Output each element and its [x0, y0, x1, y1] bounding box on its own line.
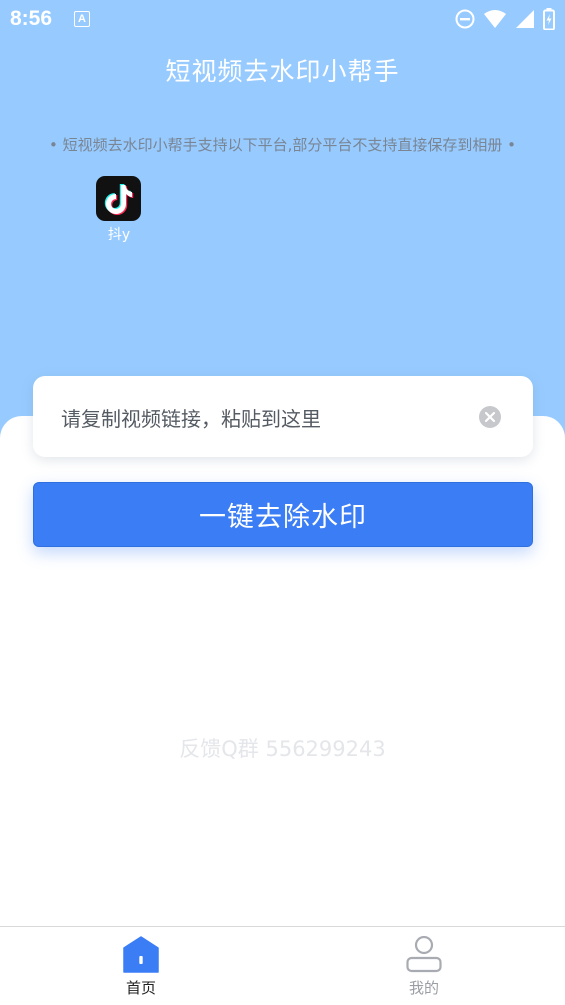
wifi-icon [484, 10, 506, 28]
bottom-nav: 首页 我的 [0, 926, 565, 1005]
platform-label: 抖y [107, 227, 131, 243]
clear-icon[interactable] [479, 406, 501, 428]
user-icon [406, 936, 442, 973]
notification-badge: A [74, 11, 90, 27]
tiktok-icon [96, 176, 141, 221]
signal-icon [516, 10, 534, 28]
home-icon [123, 936, 159, 973]
feedback-text: 反馈Q群 556299243 [179, 737, 386, 761]
status-bar: 8:56 A [0, 0, 565, 38]
nav-item-me[interactable]: 我的 [364, 927, 484, 1005]
platform-item-douyin[interactable]: 抖y [96, 176, 142, 244]
link-input[interactable]: 请复制视频链接，粘贴到这里 [61, 403, 321, 432]
link-input-card[interactable]: 请复制视频链接，粘贴到这里 [33, 376, 533, 457]
dnd-icon [455, 9, 475, 29]
nav-item-home[interactable]: 首页 [81, 927, 201, 1005]
nav-label-home: 首页 [125, 979, 156, 997]
platform-note: • 短视频去水印小帮手支持以下平台,部分平台不支持直接保存到相册 • [48, 136, 516, 154]
battery-icon [543, 8, 555, 30]
status-icons [455, 8, 555, 30]
status-time: 8:56 [10, 7, 53, 30]
nav-label-me: 我的 [408, 979, 439, 997]
page-title: 短视频去水印小帮手 [165, 57, 400, 86]
remove-watermark-button[interactable]: 一键去除水印 [33, 482, 533, 547]
